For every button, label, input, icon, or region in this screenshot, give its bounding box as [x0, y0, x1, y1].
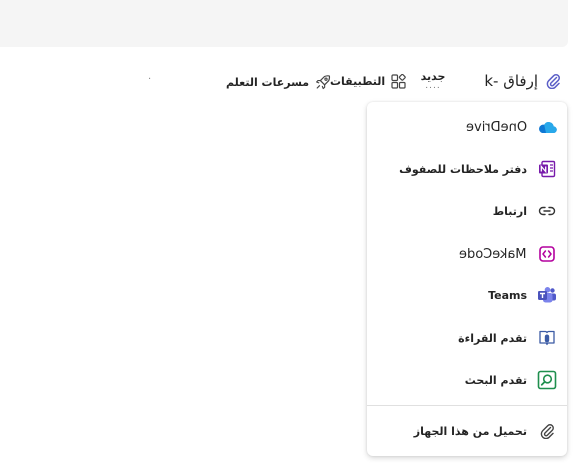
link-icon: [537, 201, 557, 221]
attach-label: إرفاق -k: [484, 72, 538, 90]
menu-item-upload-from-device[interactable]: تحميل من هذا الجهاز: [367, 413, 567, 449]
new-button[interactable]: جديد ....: [418, 70, 448, 91]
menu-item-class-notebook[interactable]: دفتر ملاحظات للصفوف: [367, 151, 567, 187]
learning-accelerators-button[interactable]: مسرعات التعلم: [226, 74, 331, 90]
menu-item-link[interactable]: ارتباط: [367, 193, 567, 229]
menu-item-label: Teams: [488, 288, 527, 302]
paperclip-icon: [546, 73, 560, 89]
search-progress-icon: [537, 370, 557, 390]
teams-icon: [537, 285, 557, 305]
new-more-dots: ....: [425, 81, 441, 91]
menu-item-onedrive[interactable]: OneDrive: [367, 109, 567, 145]
attach-button[interactable]: إرفاق -k: [484, 72, 560, 90]
top-content-area: [0, 0, 568, 47]
menu-item-label: دفتر ملاحظات للصفوف: [399, 162, 527, 176]
makecode-icon: [537, 244, 557, 264]
menu-item-teams[interactable]: Teams: [367, 277, 567, 313]
menu-item-label: تقدم البحث: [464, 373, 527, 387]
attach-dropdown-menu: OneDrive دفتر ملاحظات للصفوف ارتباط Make…: [367, 102, 567, 456]
menu-item-label: MakeCode: [459, 246, 527, 262]
apps-label: التطبيقات: [330, 75, 386, 88]
toolbar-separator: ·: [148, 74, 152, 85]
menu-item-label: تحميل من هذا الجهاز: [413, 424, 527, 438]
menu-item-search-progress[interactable]: تقدم البحث: [367, 362, 567, 398]
apps-button[interactable]: التطبيقات: [330, 74, 406, 89]
menu-item-reading-progress[interactable]: تقدم القراءة: [367, 320, 567, 356]
menu-item-label: ارتباط: [492, 204, 527, 218]
paperclip-icon: [537, 421, 557, 441]
apps-grid-icon: [391, 74, 406, 89]
class-notebook-icon: [537, 159, 557, 179]
rocket-icon: [315, 74, 331, 90]
menu-item-makecode[interactable]: MakeCode: [367, 236, 567, 272]
assignment-toolbar: إرفاق -k جديد .... التطبيقات مسرعات التع…: [0, 62, 576, 102]
menu-item-label: OneDrive: [465, 119, 527, 135]
menu-divider: [367, 405, 567, 406]
menu-item-label: تقدم القراءة: [458, 331, 527, 345]
learning-accelerators-label: مسرعات التعلم: [226, 75, 310, 89]
reading-progress-icon: [537, 328, 557, 348]
onedrive-icon: [537, 117, 557, 137]
